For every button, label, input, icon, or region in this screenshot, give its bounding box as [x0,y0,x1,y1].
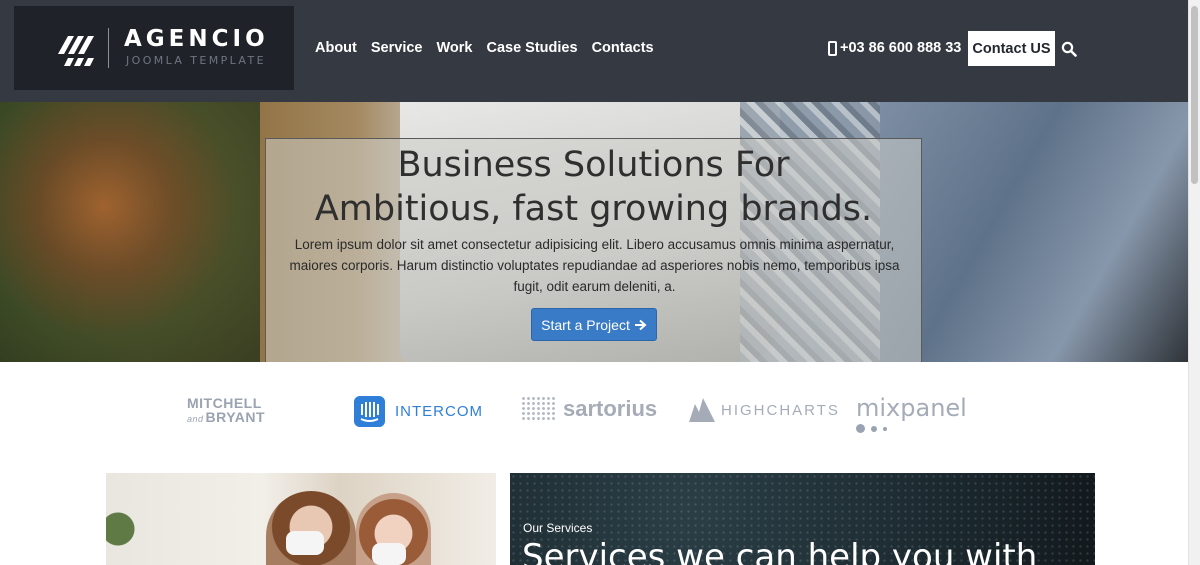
hero-panel: Business Solutions For Ambitious, fast g… [265,138,922,362]
mixpanel-text: mixpanel [856,394,967,422]
nav-item-about[interactable]: About [315,40,357,56]
mixpanel-dots-icon [856,424,887,433]
highcharts-icon [689,398,715,422]
logo-divider [108,28,109,68]
page-scrollbar[interactable] [1188,0,1200,565]
photo-face-mask [372,543,406,565]
services-label: Our Services [523,521,593,535]
intercom-icon [354,396,385,427]
intercom-text: INTERCOM [395,403,483,420]
contact-us-button[interactable]: Contact US [968,31,1055,66]
hero-title-line1: Business Solutions For [397,145,790,185]
arrow-right-icon [634,319,647,330]
site-header: AGENCIO JOOMLA TEMPLATE About Service Wo… [0,0,1188,102]
hero-description: Lorem ipsum dolor sit amet consectetur a… [289,237,900,294]
mitchell-text: MITCHELL [187,395,262,411]
highcharts-text: HIGHCHARTS [721,401,840,419]
logo-mitchell-bryant: MITCHELL and BRYANT [187,396,265,426]
services-title: Services we can help you with [522,537,1038,565]
hero-section: Business Solutions For Ambitious, fast g… [0,102,1188,362]
hero-bg-foliage [0,102,260,362]
hero-title: Business Solutions For Ambitious, fast g… [266,143,921,231]
mitchell-and-text: and [187,414,204,424]
logo-highcharts: HIGHCHARTS [689,398,840,422]
agencio-logo-mark [58,36,94,66]
start-project-label: Start a Project [541,316,630,333]
logo-mixpanel: mixpanel [856,394,967,433]
sartorius-dots-icon [521,396,555,422]
nav-item-service[interactable]: Service [371,40,423,56]
nav-item-contacts[interactable]: Contacts [592,40,654,56]
nav-item-case-studies[interactable]: Case Studies [486,40,577,56]
bryant-text: BRYANT [205,409,266,425]
logo-title: AGENCIO [124,26,269,52]
logo-subtitle: JOOMLA TEMPLATE [126,54,266,67]
start-project-button[interactable]: Start a Project [531,308,657,341]
services-card: Our Services Services we can help you wi… [510,473,1095,565]
nav-item-work[interactable]: Work [436,40,472,56]
search-icon[interactable] [1061,41,1077,57]
services-photo [106,473,496,565]
phone-number: +03 86 600 888 33 [840,40,962,56]
sartorius-text: sartorius [563,396,658,421]
logo-intercom: INTERCOM [354,396,483,427]
site-logo[interactable]: AGENCIO JOOMLA TEMPLATE [14,6,294,90]
photo-face-mask [286,531,324,555]
mobile-phone-icon [828,40,837,56]
hero-bg-jacket [880,102,1188,362]
scrollbar-thumb[interactable] [1191,6,1198,184]
main-nav: About Service Work Case Studies Contacts [315,40,654,56]
logo-sartorius: sartorius [521,396,657,422]
phone-link[interactable]: +03 86 600 888 33 [828,40,961,56]
plant-decoration [106,493,136,565]
client-logos: MITCHELL and BRYANT INTERCOM sartorius HI… [0,362,1188,472]
hero-title-line2: Ambitious, fast growing brands. [314,189,873,229]
